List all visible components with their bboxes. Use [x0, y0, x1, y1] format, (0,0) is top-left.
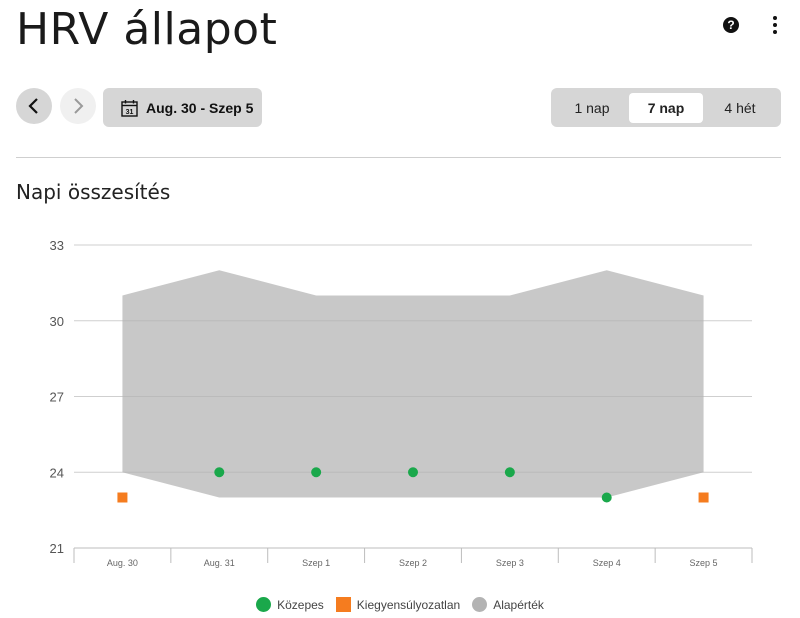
legend-swatch	[335, 597, 351, 612]
x-tick-label: Szep 5	[690, 558, 718, 568]
range-4-weeks[interactable]: 4 hét	[703, 93, 777, 123]
baseline-band	[122, 270, 704, 498]
legend-label: Alapérték	[493, 597, 544, 612]
y-tick-label: 30	[50, 314, 64, 329]
x-tick-label: Szep 3	[496, 558, 524, 568]
chevron-left-icon	[28, 98, 38, 114]
x-tick-label: Szep 2	[399, 558, 427, 568]
legend-swatch	[472, 597, 488, 612]
range-selector: 1 nap 7 nap 4 hét	[551, 88, 781, 127]
legend-swatch	[256, 597, 272, 612]
data-point-balanced	[214, 467, 225, 478]
chart-legend: Közepes Kiegyensúlyozatlan Alapérték	[0, 597, 800, 612]
data-point-balanced	[311, 467, 322, 478]
data-point-balanced	[601, 492, 612, 503]
calendar-icon: 31	[121, 99, 138, 117]
data-point-balanced	[504, 467, 515, 478]
legend-item: Kiegyensúlyozatlan	[335, 597, 461, 612]
y-tick-label: 27	[50, 390, 64, 405]
section-title: Napi összesítés	[16, 180, 171, 204]
legend-label: Közepes	[277, 597, 324, 612]
hrv-chart: 21 24 27 30 33 Aug. 30 Aug. 31 Szep 1 Szep 2 Szep…	[50, 238, 753, 568]
previous-button[interactable]	[16, 88, 52, 124]
range-1-day[interactable]: 1 nap	[555, 93, 629, 123]
x-tick-label: Szep 1	[302, 558, 330, 568]
calendar-icon-day: 31	[126, 109, 134, 116]
range-7-days[interactable]: 7 nap	[629, 92, 703, 123]
legend-item: Alapérték	[472, 597, 544, 612]
legend-label: Kiegyensúlyozatlan	[356, 597, 461, 612]
y-tick-label: 21	[50, 541, 64, 556]
date-range-button[interactable]: 31 Aug. 30 - Szep 5	[103, 88, 262, 127]
x-tick-label: Szep 4	[593, 558, 621, 568]
next-button[interactable]	[60, 88, 96, 124]
x-tick-label: Aug. 30	[107, 558, 138, 568]
more-vertical-icon[interactable]	[770, 16, 780, 38]
chevron-right-icon	[74, 98, 84, 114]
legend-item: Közepes	[256, 597, 324, 612]
data-point-balanced	[408, 467, 418, 478]
y-tick-label: 24	[50, 465, 64, 480]
x-tick-label: Aug. 31	[204, 558, 235, 568]
date-range-label: Aug. 30 - Szep 5	[146, 99, 254, 116]
data-point-unbalanced	[117, 492, 128, 503]
divider	[16, 157, 781, 158]
y-tick-label: 33	[50, 238, 64, 253]
data-point-unbalanced	[698, 492, 709, 503]
help-icon[interactable]: ?	[723, 17, 739, 33]
page-title: HRV állapot	[16, 4, 278, 55]
